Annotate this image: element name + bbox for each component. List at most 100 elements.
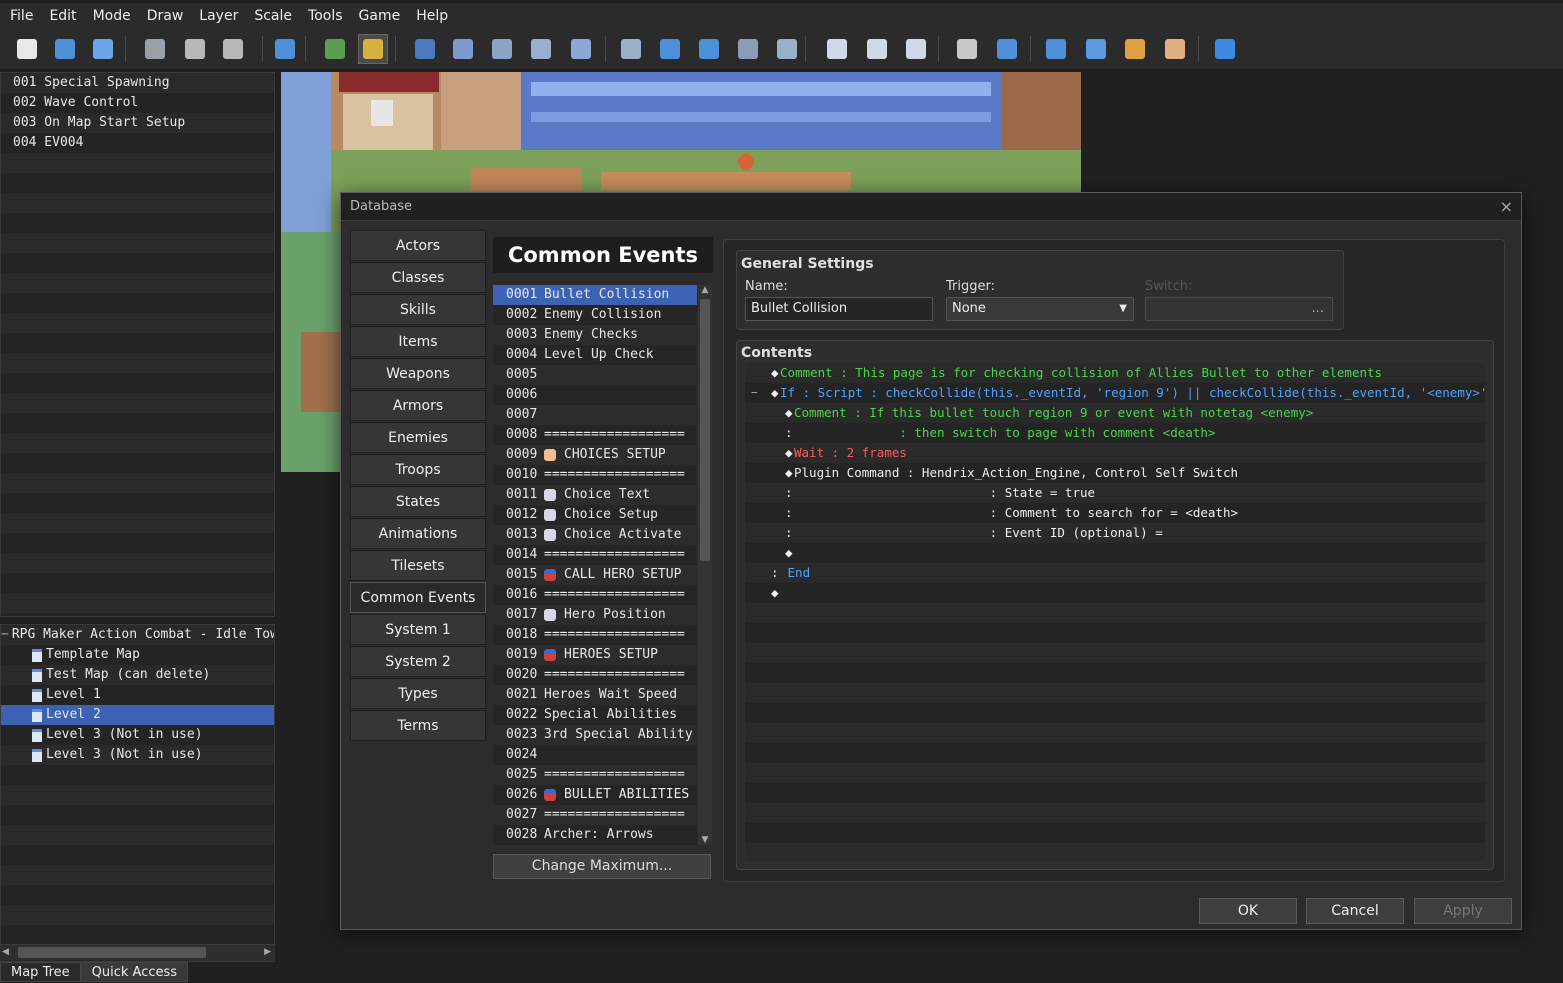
- menu-scale[interactable]: Scale: [246, 8, 300, 24]
- tab-items[interactable]: Items: [350, 326, 486, 357]
- common-event-item[interactable]: 0027 ==================: [493, 805, 697, 825]
- scroll-left-icon[interactable]: ◀: [2, 947, 9, 957]
- sound-test-icon[interactable]: [1041, 34, 1071, 64]
- tab-classes[interactable]: Classes: [350, 262, 486, 293]
- ok-button[interactable]: OK: [1199, 898, 1297, 924]
- common-event-item[interactable]: 0021 Heroes Wait Speed: [493, 685, 697, 705]
- common-event-item[interactable]: 0018 ==================: [493, 625, 697, 645]
- event-command[interactable]: : : Event ID (optional) =: [745, 523, 1485, 543]
- common-event-item[interactable]: 0016 ==================: [493, 585, 697, 605]
- common-event-item[interactable]: 0009 CHOICES SETUP: [493, 445, 697, 465]
- layer-all-icon[interactable]: [566, 34, 596, 64]
- character-generator-icon[interactable]: [1160, 34, 1190, 64]
- cut-icon[interactable]: [140, 34, 170, 64]
- resource-manager-icon[interactable]: [1120, 34, 1150, 64]
- fold-icon[interactable]: −: [751, 383, 758, 403]
- common-event-item[interactable]: 0023 3rd Special Ability: [493, 725, 697, 745]
- event-command[interactable]: ◆: [745, 543, 1485, 563]
- common-event-item[interactable]: 0026 BULLET ABILITIES: [493, 785, 697, 805]
- tab-terms[interactable]: Terms: [350, 710, 486, 741]
- menu-file[interactable]: File: [2, 8, 41, 24]
- layer-c-icon[interactable]: [487, 34, 517, 64]
- tab-weapons[interactable]: Weapons: [350, 358, 486, 389]
- new-project-icon[interactable]: [12, 34, 42, 64]
- change-maximum-button[interactable]: Change Maximum...: [493, 854, 711, 879]
- common-event-item[interactable]: 0017 Hero Position: [493, 605, 697, 625]
- common-event-item[interactable]: 0025 ==================: [493, 765, 697, 785]
- event-command[interactable]: : : State = true: [745, 483, 1485, 503]
- menu-tools[interactable]: Tools: [300, 8, 351, 24]
- map-tree-item[interactable]: Level 2: [1, 705, 274, 725]
- event-command[interactable]: : : Comment to search for = <death>: [745, 503, 1485, 523]
- common-event-item[interactable]: 0001 Bullet Collision: [493, 285, 697, 305]
- common-event-item[interactable]: 0006: [493, 385, 697, 405]
- map-event-item[interactable]: 004 EV004: [1, 133, 274, 153]
- scroll-up-icon[interactable]: ▲: [698, 285, 712, 297]
- switch-browse-button[interactable]: ...: [1312, 298, 1324, 320]
- map-tree[interactable]: − RPG Maker Action Combat - Idle Tow Templ…: [0, 624, 275, 962]
- switch-field[interactable]: ...: [1145, 297, 1333, 321]
- scroll-right-icon[interactable]: ▶: [264, 947, 271, 957]
- layer-b-icon[interactable]: [448, 34, 478, 64]
- event-searcher-icon[interactable]: [1081, 34, 1111, 64]
- pencil-icon[interactable]: [616, 34, 646, 64]
- tab-quick-access[interactable]: Quick Access: [80, 962, 189, 982]
- map-tree-scrollbar[interactable]: ◀ ▶: [0, 944, 275, 960]
- map-event-item[interactable]: 003 On Map Start Setup: [1, 113, 274, 133]
- event-command[interactable]: ◆ Comment : If this bullet touch region 9…: [745, 403, 1485, 423]
- event-command[interactable]: : End: [745, 563, 1485, 583]
- map-tree-item[interactable]: Template Map: [1, 645, 274, 665]
- map-tree-item[interactable]: Level 3 (Not in use): [1, 745, 274, 765]
- paste-icon[interactable]: [218, 34, 248, 64]
- tab-troops[interactable]: Troops: [350, 454, 486, 485]
- map-event-item[interactable]: 001 Special Spawning: [1, 73, 274, 93]
- map-tree-item[interactable]: Level 3 (Not in use): [1, 725, 274, 745]
- common-event-item[interactable]: 0002 Enemy Collision: [493, 305, 697, 325]
- event-command[interactable]: ◆ Comment : This page is for checking col…: [745, 363, 1485, 383]
- zoom-out-icon[interactable]: [862, 34, 892, 64]
- common-events-list[interactable]: 0001 Bullet Collision 0002 Enemy Collision 0…: [493, 285, 697, 845]
- copy-icon[interactable]: [180, 34, 210, 64]
- event-command[interactable]: ◆: [745, 583, 1485, 603]
- common-event-item[interactable]: 0012 Choice Setup: [493, 505, 697, 525]
- ellipse-icon[interactable]: [694, 34, 724, 64]
- map-tree-item[interactable]: Level 1: [1, 685, 274, 705]
- menu-edit[interactable]: Edit: [41, 8, 84, 24]
- apply-button[interactable]: Apply: [1414, 898, 1512, 924]
- scroll-thumb[interactable]: [700, 299, 710, 561]
- shadow-pen-icon[interactable]: [772, 34, 802, 64]
- common-event-item[interactable]: 0008 ==================: [493, 425, 697, 445]
- tab-armors[interactable]: Armors: [350, 390, 486, 421]
- menu-layer[interactable]: Layer: [191, 8, 246, 24]
- list-scrollbar[interactable]: ▲ ▼: [698, 285, 712, 845]
- common-event-item[interactable]: 0004 Level Up Check: [493, 345, 697, 365]
- undo-icon[interactable]: [270, 34, 300, 64]
- event-command[interactable]: − ◆ If : Script : checkCollide(this._event…: [745, 383, 1485, 403]
- common-event-item[interactable]: 0003 Enemy Checks: [493, 325, 697, 345]
- common-event-item[interactable]: 0013 Choice Activate: [493, 525, 697, 545]
- event-command[interactable]: ◆ Plugin Command : Hendrix_Action_Engine,…: [745, 463, 1485, 483]
- common-event-item[interactable]: 0007: [493, 405, 697, 425]
- scroll-down-icon[interactable]: ▼: [698, 835, 712, 845]
- database-icon[interactable]: [952, 34, 982, 64]
- close-icon[interactable]: ×: [1500, 197, 1513, 216]
- common-event-item[interactable]: 0020 ==================: [493, 665, 697, 685]
- menu-mode[interactable]: Mode: [85, 8, 139, 24]
- tab-states[interactable]: States: [350, 486, 486, 517]
- common-event-item[interactable]: 0015 CALL HERO SETUP: [493, 565, 697, 585]
- map-event-item[interactable]: 002 Wave Control: [1, 93, 274, 113]
- tab-animations[interactable]: Animations: [350, 518, 486, 549]
- menu-game[interactable]: Game: [351, 8, 409, 24]
- map-mode-icon[interactable]: [320, 34, 350, 64]
- common-event-item[interactable]: 0028 Archer: Arrows: [493, 825, 697, 845]
- common-event-item[interactable]: 0019 HEROES SETUP: [493, 645, 697, 665]
- event-mode-icon[interactable]: [358, 34, 388, 64]
- name-field[interactable]: Bullet Collision: [745, 297, 933, 321]
- layer-a-icon[interactable]: [410, 34, 440, 64]
- plugin-manager-icon[interactable]: [992, 34, 1022, 64]
- common-event-item[interactable]: 0022 Special Abilities: [493, 705, 697, 725]
- tab-system-1[interactable]: System 1: [350, 614, 486, 645]
- trigger-select[interactable]: None ▼: [946, 297, 1134, 321]
- save-project-icon[interactable]: [88, 34, 118, 64]
- tab-skills[interactable]: Skills: [350, 294, 486, 325]
